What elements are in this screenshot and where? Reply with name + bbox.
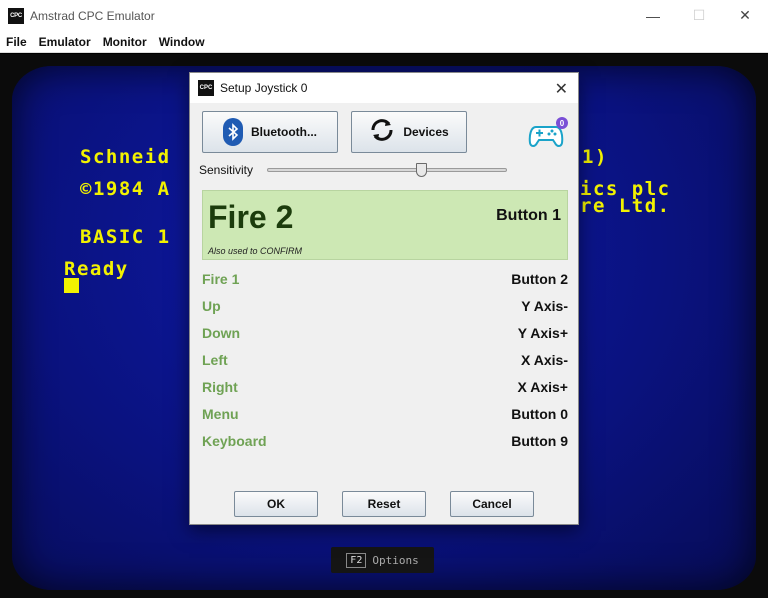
sensitivity-slider-thumb[interactable] xyxy=(416,163,428,177)
selected-mapping-value: Button 1 xyxy=(496,207,561,224)
dialog-close-button[interactable]: ✕ xyxy=(555,79,568,99)
sensitivity-label: Sensitivity xyxy=(199,163,254,177)
screen-line-schneider: Schneid xyxy=(80,146,171,168)
minimize-button[interactable]: — xyxy=(630,0,676,31)
window-controls: — ☐ ✕ xyxy=(630,0,768,31)
mapping-value: X Axis- xyxy=(521,351,568,368)
selected-action-note: Also used to CONFIRM xyxy=(208,246,303,256)
device-buttons: Bluetooth... Devices xyxy=(202,111,467,153)
devices-button[interactable]: Devices xyxy=(351,111,467,153)
dialog-title: Setup Joystick 0 xyxy=(220,81,308,95)
bluetooth-button-label: Bluetooth... xyxy=(251,125,317,139)
menu-window[interactable]: Window xyxy=(159,35,205,49)
mapping-action: Up xyxy=(202,297,221,314)
gamepad-badge: 0 xyxy=(556,117,568,129)
dialog-buttons: OK Reset Cancel xyxy=(234,491,534,517)
mapping-row-right[interactable]: Right X Axis+ xyxy=(202,373,568,400)
cancel-button[interactable]: Cancel xyxy=(450,491,534,517)
mapping-row-menu[interactable]: Menu Button 0 xyxy=(202,400,568,427)
mapping-value: Y Axis- xyxy=(521,297,568,314)
mapping-action: Down xyxy=(202,324,241,341)
ok-button[interactable]: OK xyxy=(234,491,318,517)
mapping-value: Button 0 xyxy=(511,405,568,422)
sensitivity-row: Sensitivity xyxy=(199,161,569,179)
options-label: Options xyxy=(372,553,419,567)
app-logo-icon: CPC xyxy=(8,7,24,24)
mapping-row-fire1[interactable]: Fire 1 Button 2 xyxy=(202,265,568,292)
screen-line-schneider-end: 1) xyxy=(582,146,608,168)
options-hint[interactable]: F2 Options xyxy=(331,547,434,573)
refresh-icon xyxy=(369,117,395,148)
selected-action-label: Fire 2 xyxy=(208,199,294,235)
maximize-button[interactable]: ☐ xyxy=(676,0,722,31)
text-cursor xyxy=(64,278,79,293)
mapping-action: Left xyxy=(202,351,228,368)
mapping-action: Menu xyxy=(202,405,239,422)
mapping-row-left[interactable]: Left X Axis- xyxy=(202,346,568,373)
mapping-value: X Axis+ xyxy=(517,378,568,395)
mapping-action: Fire 1 xyxy=(202,270,240,287)
screen-line-ltd: re Ltd. xyxy=(580,195,671,217)
devices-button-label: Devices xyxy=(403,125,449,139)
menu-file[interactable]: File xyxy=(6,35,27,49)
bluetooth-icon xyxy=(223,118,243,146)
menu-monitor[interactable]: Monitor xyxy=(103,35,147,49)
mapping-list: Fire 1 Button 2 Up Y Axis- Down Y Axis+ … xyxy=(202,265,568,454)
mapping-action: Right xyxy=(202,378,238,395)
window-titlebar: CPC Amstrad CPC Emulator — ☐ ✕ xyxy=(0,0,768,31)
screen-line-basic: BASIC 1 xyxy=(80,226,171,248)
f2-key-label: F2 xyxy=(346,552,367,568)
dialog-logo-icon: CPC xyxy=(198,80,214,96)
screen-line-ready: Ready xyxy=(64,258,129,280)
mapping-value: Button 9 xyxy=(511,432,568,449)
screen-line-copyright: ©1984 A xyxy=(80,178,171,200)
window-title: Amstrad CPC Emulator xyxy=(30,8,155,23)
dialog-titlebar: CPC Setup Joystick 0 ✕ xyxy=(190,73,578,103)
mapping-row-keyboard[interactable]: Keyboard Button 9 xyxy=(202,427,568,454)
mapping-row-down[interactable]: Down Y Axis+ xyxy=(202,319,568,346)
mapping-value: Y Axis+ xyxy=(517,324,568,341)
selected-mapping-panel[interactable]: Fire 2 Button 1 Also used to CONFIRM xyxy=(202,190,568,260)
gamepad-icon[interactable]: 0 xyxy=(528,117,568,147)
close-window-button[interactable]: ✕ xyxy=(722,0,768,31)
sensitivity-slider[interactable] xyxy=(267,163,507,177)
reset-button[interactable]: Reset xyxy=(342,491,426,517)
mapping-action: Keyboard xyxy=(202,432,267,449)
setup-joystick-dialog: CPC Setup Joystick 0 ✕ Bluetooth... Devi… xyxy=(189,72,579,525)
menu-bar: File Emulator Monitor Window xyxy=(0,31,768,53)
menu-emulator[interactable]: Emulator xyxy=(39,35,91,49)
mapping-value: Button 2 xyxy=(511,270,568,287)
mapping-row-up[interactable]: Up Y Axis- xyxy=(202,292,568,319)
bluetooth-button[interactable]: Bluetooth... xyxy=(202,111,338,153)
